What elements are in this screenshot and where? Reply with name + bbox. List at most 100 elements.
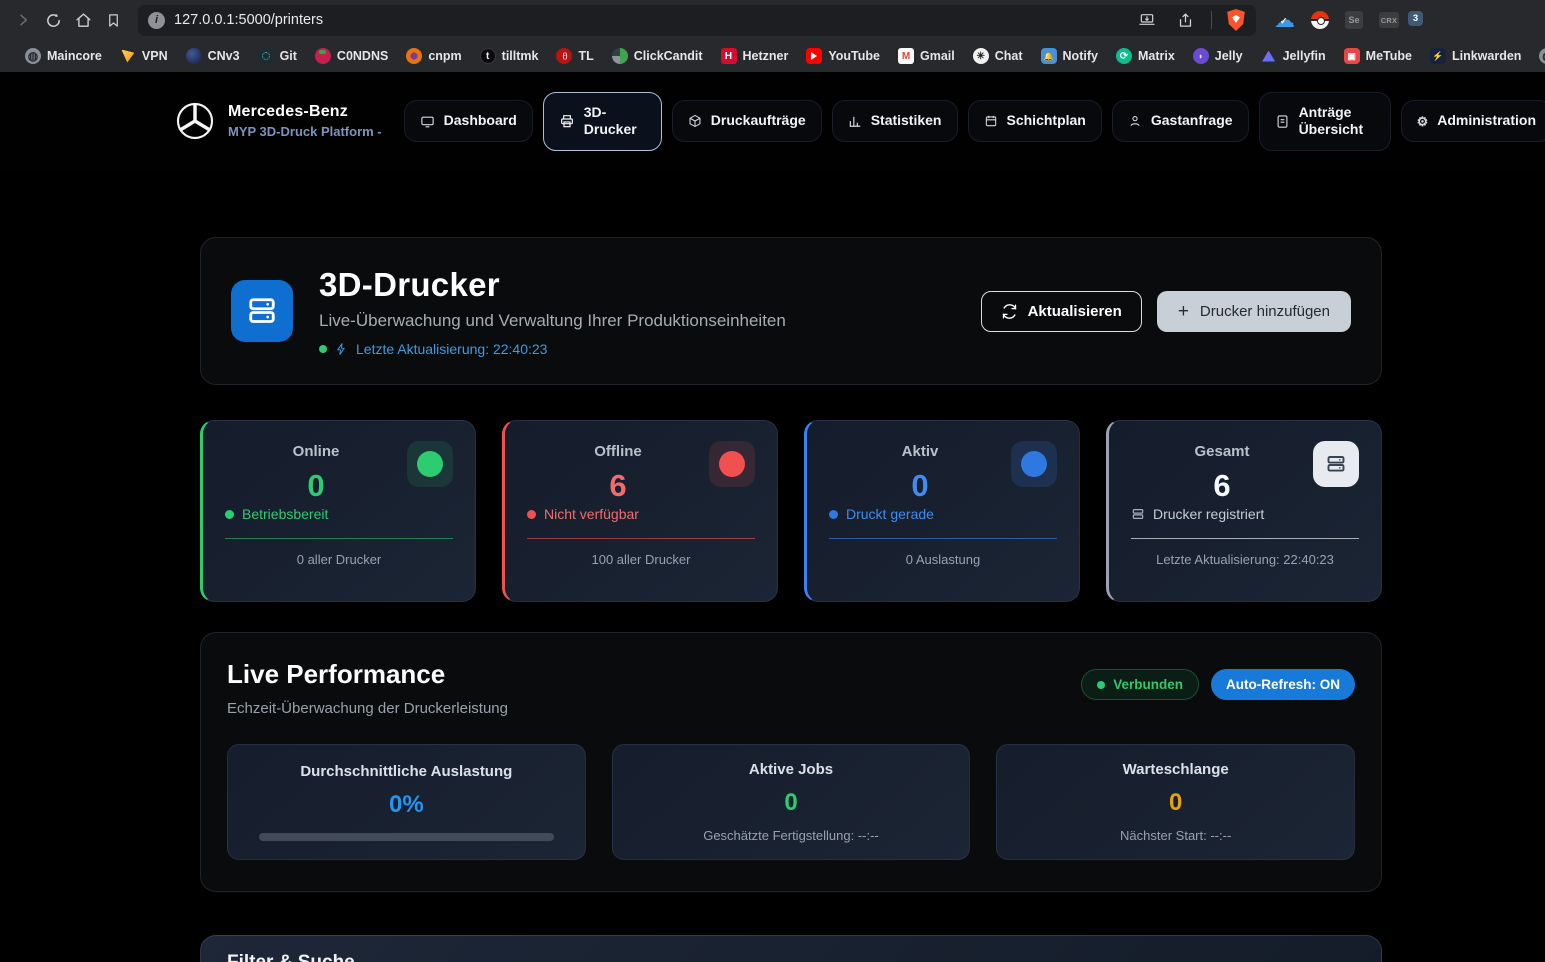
extensions-area: ☁✓ Se CRX 3 bbox=[1274, 10, 1415, 31]
utilization-progress-bar bbox=[259, 833, 554, 841]
bookmark-maincore[interactable]: ◍Maincore bbox=[18, 45, 109, 67]
brand[interactable]: Mercedes-Benz MYP 3D-Druck Platform - bbox=[175, 101, 382, 141]
tilltmk-icon bbox=[480, 48, 496, 64]
perf-card-value: 0 bbox=[1169, 789, 1182, 817]
main-nav: Dashboard 3D-Drucker Druckaufträge Stati… bbox=[404, 92, 1545, 151]
stat-footer: 100 aller Drucker bbox=[527, 552, 755, 567]
bookmark-c0ndns[interactable]: C0NDNS bbox=[308, 45, 395, 67]
stat-footer: 0 aller Drucker bbox=[225, 552, 453, 567]
stat-label: Gesamt bbox=[1194, 443, 1249, 460]
bookmark-chat[interactable]: Chat bbox=[966, 45, 1030, 67]
perf-card-auslastung: Durchschnittliche Auslastung 0% bbox=[227, 744, 586, 860]
bookmark-tl[interactable]: TL bbox=[549, 45, 600, 67]
bookmark-jelly[interactable]: Jelly bbox=[1186, 45, 1250, 67]
stat-card-aktiv: Aktiv 0 Druckt gerade 0 Auslastung bbox=[804, 420, 1080, 602]
bookmarks-panel-button[interactable] bbox=[98, 5, 128, 35]
refresh-button[interactable]: Aktualisieren bbox=[981, 291, 1142, 332]
plus-icon: + bbox=[1178, 302, 1189, 321]
share-icon[interactable] bbox=[1173, 5, 1197, 35]
jelly-icon bbox=[1193, 48, 1209, 64]
chat-icon bbox=[973, 48, 989, 64]
nav-gastanfrage[interactable]: Gastanfrage bbox=[1112, 100, 1249, 142]
crx-extension-icon[interactable]: CRX bbox=[1379, 12, 1399, 28]
nav-dashboard[interactable]: Dashboard bbox=[404, 100, 533, 142]
bookmark-linkwarden[interactable]: Linkwarden bbox=[1423, 45, 1528, 67]
nav-administration[interactable]: ⚙ Administration bbox=[1401, 100, 1545, 142]
bookmark-matrix[interactable]: Matrix bbox=[1109, 45, 1182, 67]
active-status-icon bbox=[1011, 441, 1057, 487]
divider bbox=[1211, 11, 1212, 29]
person-icon bbox=[1128, 114, 1142, 128]
bar-chart-icon bbox=[848, 114, 862, 128]
extension-badge: 3 bbox=[1408, 11, 1423, 26]
brave-shields-icon[interactable] bbox=[1226, 9, 1246, 31]
nav-statistiken[interactable]: Statistiken bbox=[832, 100, 958, 142]
brand-subtitle: MYP 3D-Druck Platform - bbox=[228, 124, 382, 139]
site-info-icon[interactable]: i bbox=[148, 12, 165, 29]
printer-stack-icon bbox=[1313, 441, 1359, 487]
bookmark-ai1[interactable]: ◍AI-1 bbox=[1532, 45, 1545, 67]
add-printer-button[interactable]: + Drucker hinzufügen bbox=[1157, 291, 1351, 332]
stat-label: Aktiv bbox=[902, 443, 939, 460]
app-header: Mercedes-Benz MYP 3D-Druck Platform - Da… bbox=[0, 72, 1545, 170]
stat-card-gesamt: Gesamt 6 Drucker registriert Letzte Aktu… bbox=[1106, 420, 1382, 602]
url-bar[interactable]: i 127.0.0.1:5000/printers bbox=[138, 5, 1256, 36]
globe-icon: ◍ bbox=[1539, 48, 1545, 64]
perf-card-sub: Nächster Start: --:-- bbox=[1120, 828, 1231, 843]
bookmark-git[interactable]: Git bbox=[251, 45, 304, 67]
stat-label: Online bbox=[293, 443, 340, 460]
printer-stack-small-icon bbox=[1131, 507, 1145, 521]
stat-value: 6 bbox=[609, 468, 626, 504]
stat-footer: 0 Auslastung bbox=[829, 552, 1057, 567]
bookmark-hetzner[interactable]: Hetzner bbox=[714, 45, 796, 67]
auto-refresh-toggle[interactable]: Auto-Refresh: ON bbox=[1211, 669, 1355, 700]
connected-badge: Verbunden bbox=[1081, 669, 1199, 700]
hetzner-icon bbox=[721, 48, 737, 64]
pokeball-extension-icon[interactable] bbox=[1311, 11, 1329, 29]
printer-icon bbox=[559, 113, 575, 129]
nav-druckauftraege[interactable]: Druckaufträge bbox=[672, 100, 822, 142]
send-to-device-icon[interactable] bbox=[1135, 5, 1159, 35]
linkwarden-icon bbox=[1430, 48, 1446, 64]
reload-button[interactable] bbox=[38, 5, 68, 35]
section-title: Filter & Suche bbox=[227, 952, 1355, 962]
bolt-icon bbox=[335, 342, 348, 356]
stat-status: Druckt gerade bbox=[846, 506, 934, 522]
cloud-extension-icon[interactable]: ☁✓ bbox=[1274, 10, 1295, 31]
nav-antraege-uebersicht[interactable]: Anträge Übersicht bbox=[1259, 92, 1391, 151]
bookmark-gmail[interactable]: Gmail bbox=[891, 45, 962, 67]
perf-card-value: 0 bbox=[784, 789, 797, 817]
page-title: 3D-Drucker bbox=[319, 266, 786, 304]
perf-card-value: 0% bbox=[389, 791, 424, 819]
bookmark-tilltmk[interactable]: tilltmk bbox=[473, 45, 546, 67]
bookmarks-bar: ◍Maincore VPN CNv3 Git C0NDNS cnpm tillt… bbox=[0, 40, 1545, 72]
bookmark-cnpm[interactable]: cnpm bbox=[399, 45, 468, 67]
perf-card-title: Aktive Jobs bbox=[749, 761, 833, 778]
bookmark-vpn[interactable]: VPN bbox=[113, 45, 175, 67]
selenium-extension-icon[interactable]: Se bbox=[1345, 11, 1363, 29]
raspberry-icon bbox=[315, 48, 331, 64]
bookmark-notify[interactable]: Notify bbox=[1034, 45, 1105, 67]
home-button[interactable] bbox=[68, 5, 98, 35]
stat-status: Betriebsbereit bbox=[242, 506, 328, 522]
offline-status-icon bbox=[709, 441, 755, 487]
forward-button[interactable] bbox=[8, 5, 38, 35]
nav-schichtplan[interactable]: Schichtplan bbox=[968, 100, 1102, 142]
bookmark-clickcandit[interactable]: ClickCandit bbox=[605, 45, 710, 67]
live-performance-section: Live Performance Echzeit-Überwachung der… bbox=[200, 632, 1382, 892]
bookmark-cnv3[interactable]: CNv3 bbox=[179, 45, 247, 67]
bookmark-youtube[interactable]: YouTube bbox=[799, 45, 887, 67]
clickcandit-icon bbox=[612, 48, 628, 64]
radio-icon bbox=[556, 48, 572, 64]
stat-status: Drucker registriert bbox=[1153, 506, 1264, 522]
cnpm-icon bbox=[406, 48, 422, 64]
box-icon bbox=[688, 114, 702, 128]
stat-card-offline: Offline 6 Nicht verfügbar 100 aller Druc… bbox=[502, 420, 778, 602]
stat-value: 0 bbox=[307, 468, 324, 504]
document-icon bbox=[1275, 114, 1290, 129]
bookmark-metube[interactable]: MeTube bbox=[1337, 45, 1419, 67]
stat-footer: Letzte Aktualisierung: 22:40:23 bbox=[1131, 552, 1359, 567]
url-text[interactable]: 127.0.0.1:5000/printers bbox=[174, 12, 1126, 28]
bookmark-jellyfin[interactable]: Jellyfin bbox=[1254, 45, 1333, 67]
nav-3d-drucker[interactable]: 3D-Drucker bbox=[543, 92, 662, 151]
